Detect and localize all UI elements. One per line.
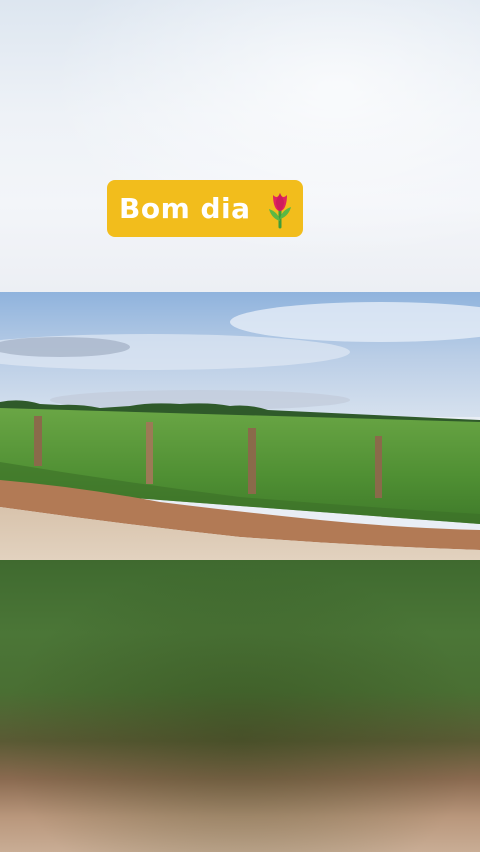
caption-sticker: Bom dia: [107, 180, 303, 237]
caption-text: Bom dia: [119, 192, 251, 225]
tulip-icon: [265, 189, 295, 229]
field-photo: [0, 292, 480, 560]
blurred-field-background: [0, 560, 480, 852]
blurred-sky-background: [0, 0, 480, 292]
